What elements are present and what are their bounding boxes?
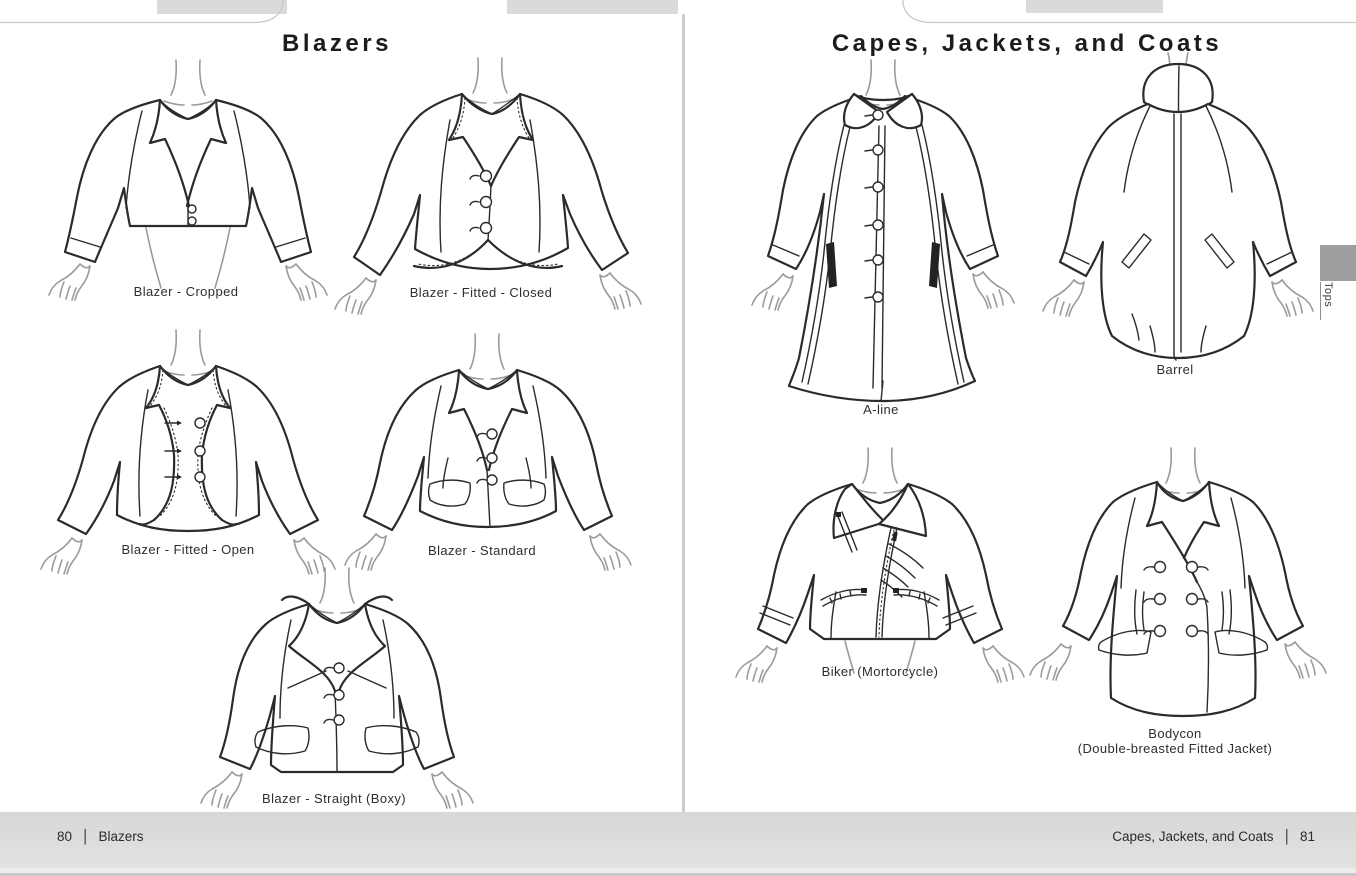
page-stack-edge: [0, 0, 1356, 30]
footer-section-right: Capes, Jackets, and Coats: [1112, 829, 1273, 844]
footer-separator: |: [83, 826, 87, 846]
figure-label: Blazer - Straight (Boxy): [262, 791, 406, 806]
footer-section-left: Blazers: [98, 829, 143, 844]
blazer-straight-boxy-illustration: [192, 564, 492, 799]
tops-tab-label: Tops: [1320, 282, 1334, 320]
footer-bar: 80 | Blazers Capes, Jackets, and Coats |…: [0, 812, 1356, 868]
footer-right: Capes, Jackets, and Coats | 81: [1112, 826, 1315, 846]
figure-label: Blazer - Cropped: [134, 284, 239, 299]
page-number-right: 81: [1300, 829, 1315, 844]
page-title-capes-jackets-coats: Capes, Jackets, and Coats: [832, 30, 1222, 58]
blazer-cropped-illustration: [38, 56, 338, 291]
footer-left: 80 | Blazers: [57, 826, 143, 846]
figure-label-line1: Bodycon: [1078, 726, 1272, 741]
figure-label: Blazer - Fitted - Closed: [410, 285, 553, 300]
biker-jacket-illustration: [733, 448, 1033, 673]
figure-label-line2: (Double-breasted Fitted Jacket): [1078, 741, 1272, 756]
figure-label: Blazer - Fitted - Open: [121, 542, 254, 557]
footer-separator: |: [1285, 826, 1289, 846]
book-spread: Blazers: [0, 0, 1356, 876]
barrel-coat-illustration: [1028, 58, 1328, 363]
page-spine-divider: [682, 14, 685, 870]
a-line-coat-illustration: [733, 70, 1033, 410]
figure-label: A-line: [863, 402, 899, 417]
blazer-fitted-closed-illustration: [348, 56, 648, 296]
figure-label: Blazer - Standard: [428, 543, 536, 558]
figure-label: Bodycon (Double-breasted Fitted Jacket): [1078, 726, 1272, 756]
blazer-fitted-open-illustration: [48, 328, 338, 543]
page-number-left: 80: [57, 829, 72, 844]
figure-label: Barrel: [1156, 362, 1193, 377]
figure-label: Biker (Mortorcycle): [822, 664, 939, 679]
page-title-blazers: Blazers: [282, 30, 392, 58]
blazer-standard-illustration: [340, 330, 640, 545]
bodycon-jacket-illustration: [1033, 450, 1333, 735]
tops-tab-marker: [1320, 245, 1356, 281]
tops-section-tab[interactable]: Tops: [1320, 245, 1356, 320]
